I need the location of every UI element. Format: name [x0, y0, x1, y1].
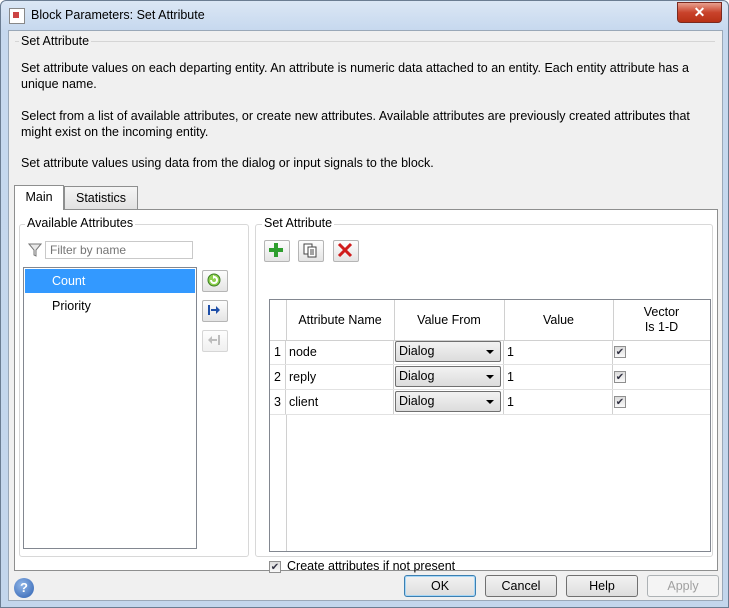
description-group: Set Attribute Set attribute values on ea… — [9, 31, 722, 181]
attribute-name-cell[interactable]: node — [286, 340, 394, 364]
value-cell[interactable]: 1 — [504, 390, 613, 414]
window-title: Block Parameters: Set Attribute — [31, 8, 205, 22]
description-title: Set Attribute — [19, 34, 92, 48]
value-cell[interactable]: 1 — [504, 365, 613, 389]
column-vector-line1: Vector — [643, 305, 680, 319]
remove-from-set-button[interactable] — [202, 330, 228, 352]
vector-checkbox[interactable]: ✔ — [614, 371, 626, 383]
create-attributes-label[interactable]: Create attributes if not present — [287, 559, 455, 573]
description-paragraph-2: Select from a list of available attribut… — [21, 109, 690, 139]
column-attribute-name[interactable]: Attribute Name — [286, 300, 395, 340]
row-number: 1 — [270, 340, 286, 364]
available-attributes-title: Available Attributes — [25, 216, 136, 230]
arrow-left-icon — [208, 335, 220, 345]
value-cell[interactable]: 1 — [504, 340, 613, 364]
list-item-priority[interactable]: Priority — [25, 294, 195, 318]
help-button[interactable]: Help — [566, 575, 638, 597]
set-attribute-title: Set Attribute — [262, 216, 335, 230]
column-value-from[interactable]: Value From — [394, 300, 505, 340]
tab-statistics[interactable]: Statistics — [64, 186, 138, 209]
attribute-name-cell[interactable]: client — [286, 390, 394, 414]
description-paragraph-3: Set attribute values using data from the… — [21, 156, 434, 170]
value-from-dropdown[interactable]: Dialog — [395, 391, 501, 412]
title-bar[interactable]: Block Parameters: Set Attribute ✕ — [1, 1, 728, 31]
close-button[interactable]: ✕ — [677, 2, 722, 23]
refresh-icon — [207, 273, 221, 287]
column-vector-is-1d[interactable]: Vector Is 1-D — [613, 300, 710, 340]
dialog-window: Block Parameters: Set Attribute ✕ Set At… — [0, 0, 729, 608]
refresh-button[interactable] — [202, 270, 228, 292]
main-tab-panel: Available Attributes Count Priority — [14, 209, 718, 573]
attribute-table: Attribute Name Value From Value Vector I… — [269, 299, 711, 552]
vector-checkbox[interactable]: ✔ — [614, 346, 626, 358]
arrow-right-icon — [208, 305, 220, 315]
available-attributes-list[interactable]: Count Priority — [23, 267, 197, 549]
help-icon[interactable]: ? — [14, 578, 34, 598]
ok-button[interactable]: OK — [404, 575, 476, 597]
table-header: Attribute Name Value From Value Vector I… — [270, 300, 710, 341]
list-item-count[interactable]: Count — [25, 269, 195, 293]
simulink-block-icon — [9, 8, 25, 24]
table-row: 3 client Dialog 1 ✔ — [270, 390, 710, 415]
create-attributes-checkbox[interactable]: ✔ — [269, 561, 281, 573]
add-to-set-button[interactable] — [202, 300, 228, 322]
table-row: 2 reply Dialog 1 ✔ — [270, 365, 710, 390]
column-value[interactable]: Value — [504, 300, 614, 340]
row-number: 2 — [270, 365, 286, 389]
vector-checkbox[interactable]: ✔ — [614, 396, 626, 408]
filter-icon — [28, 243, 42, 257]
apply-button[interactable]: Apply — [647, 575, 719, 597]
description-paragraph-1: Set attribute values on each departing e… — [21, 61, 689, 91]
row-number: 3 — [270, 390, 286, 414]
value-from-dropdown[interactable]: Dialog — [395, 366, 501, 387]
delete-icon — [337, 242, 353, 258]
plus-icon — [269, 243, 283, 257]
tab-main[interactable]: Main — [14, 185, 64, 210]
add-attribute-button[interactable] — [264, 240, 290, 262]
dialog-body: Set Attribute Set attribute values on ea… — [8, 30, 723, 601]
cancel-button[interactable]: Cancel — [485, 575, 557, 597]
delete-attribute-button[interactable] — [333, 240, 359, 262]
attribute-name-cell[interactable]: reply — [286, 365, 394, 389]
copy-icon — [303, 243, 317, 258]
table-row: 1 node Dialog 1 ✔ — [270, 340, 710, 365]
filter-input[interactable] — [45, 241, 193, 259]
value-from-dropdown[interactable]: Dialog — [395, 341, 501, 362]
column-vector-line2: Is 1-D — [644, 320, 679, 334]
copy-attribute-button[interactable] — [298, 240, 324, 262]
